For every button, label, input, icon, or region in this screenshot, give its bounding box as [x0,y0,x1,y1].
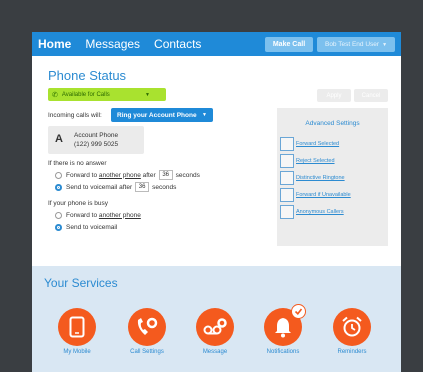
ring-option-dropdown[interactable]: Ring your Account Phone ▼ [111,108,213,122]
chevron-down-icon: ▼ [145,91,150,98]
option-text: Send to voicemail [66,223,118,231]
nav-messages[interactable]: Messages [85,37,140,51]
phone-icon: ✆ [52,91,58,99]
setting-checkbox[interactable] [280,171,294,185]
call-settings-icon [128,308,166,346]
mobile-phone-icon [58,308,96,346]
user-menu-label: Bob Test End User [324,41,380,48]
checkmark-icon [291,304,306,319]
services-title: Your Services [44,276,118,290]
service-label: Notifications [266,349,300,355]
radio-button[interactable] [55,171,62,179]
advanced-item-label: Anonymous Callers [296,209,344,215]
page-title: Phone Status [48,68,127,83]
top-nav-bar: Home Messages Contacts Make Call Bob Tes… [32,32,401,56]
no-answer-label: If there is no answer [48,160,107,167]
advanced-settings-panel: Advanced Settings Forward Selected Rejec… [277,108,388,246]
radio-button-selected[interactable] [55,223,62,231]
busy-label: If your phone is busy [48,200,108,207]
forward-seconds-field[interactable]: 36 [158,170,173,180]
radio-button[interactable] [55,211,62,219]
nav-contacts[interactable]: Contacts [154,37,201,51]
option-text: seconds [152,183,177,191]
advanced-settings-title: Advanced Settings [305,120,360,127]
alarm-clock-icon [333,308,371,346]
account-phone-letter: A [55,133,63,145]
ring-option-label: Ring your Account Phone [117,111,197,119]
service-reminders[interactable]: Reminders [319,308,385,355]
service-label: Reminders [337,349,367,355]
setting-checkbox[interactable] [280,188,294,202]
option-text: Forward to [66,211,98,219]
app-window: Home Messages Contacts Make Call Bob Tes… [32,32,401,372]
services-section: Your Services My Mobile Call Settings Me… [32,266,401,372]
incoming-calls-label: Incoming calls will: [48,112,102,119]
advanced-item-label: Reject Selected [296,158,335,164]
setting-checkbox[interactable] [280,137,294,151]
setting-checkbox[interactable] [280,154,294,168]
service-my-mobile[interactable]: My Mobile [44,308,110,355]
advanced-item-anonymous-callers[interactable]: Anonymous Callers [280,205,344,219]
bell-icon [264,304,306,346]
advanced-item-label: Forward Selected [296,141,340,147]
option-text: Forward to [66,171,98,179]
chevron-down-icon: ▼ [202,112,207,118]
no-answer-forward-option[interactable]: Forward to another phone after 36 second… [55,170,200,180]
advanced-item-label: Forward if Unavailable [296,192,351,198]
advanced-item-reject-selected[interactable]: Reject Selected [280,154,335,168]
account-phone-name: Account Phone [74,132,119,139]
advanced-item-forward-selected[interactable]: Forward Selected [280,137,339,151]
advanced-item-label: Distinctive Ringtone [296,175,345,181]
make-call-button[interactable]: Make Call [265,37,313,52]
service-label: Message [202,349,228,355]
service-label: My Mobile [63,349,91,355]
option-text: after [142,171,156,179]
advanced-item-distinctive-ringtone[interactable]: Distinctive Ringtone [280,171,345,185]
voicemail-seconds-field[interactable]: 36 [135,182,150,192]
service-label: Call Settings [130,349,164,355]
nav-home[interactable]: Home [38,37,71,51]
another-phone-link[interactable]: another phone [99,212,141,219]
no-answer-voicemail-option[interactable]: Send to voicemail after 36 seconds [55,182,176,192]
service-call-settings[interactable]: Call Settings [114,308,180,355]
availability-dropdown[interactable]: ✆ Available for Calls ▼ [48,88,166,101]
account-phone-card: A Account Phone (122) 999 5025 [48,126,144,154]
option-text: Send to voicemail after [66,183,133,191]
another-phone-link[interactable]: another phone [99,172,141,179]
setting-checkbox[interactable] [280,205,294,219]
voicemail-settings-icon [196,308,234,346]
account-phone-number: (122) 999 5025 [74,141,119,148]
user-menu-button[interactable]: Bob Test End User ▼ [317,37,395,52]
chevron-down-icon: ▼ [382,41,388,48]
service-message[interactable]: Message [182,308,248,355]
busy-voicemail-option[interactable]: Send to voicemail [55,222,117,232]
option-text: seconds [175,171,200,179]
availability-label: Available for Calls [61,91,110,98]
busy-forward-option[interactable]: Forward to another phone [55,210,141,220]
service-notifications[interactable]: Notifications [250,304,316,355]
advanced-item-forward-unavailable[interactable]: Forward if Unavailable [280,188,351,202]
apply-button[interactable]: Apply [317,89,351,102]
cancel-button[interactable]: Cancel [354,89,388,102]
radio-button-selected[interactable] [55,183,62,191]
